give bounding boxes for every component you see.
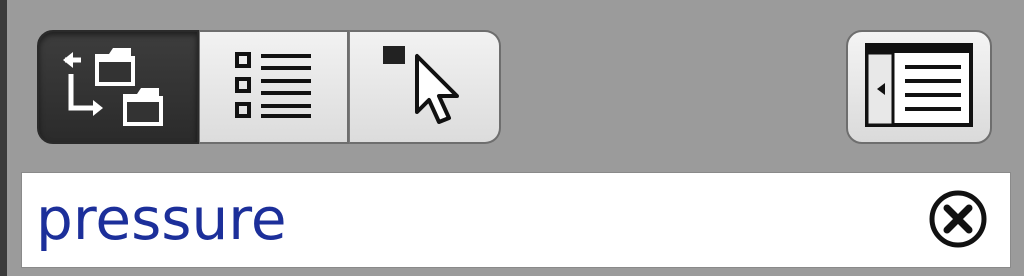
toggle-side-panel-button[interactable]	[846, 30, 992, 144]
panel-left-border	[0, 0, 7, 276]
pointer-select-button[interactable]	[349, 30, 501, 144]
view-toolbar	[7, 0, 1024, 162]
list-view-button[interactable]	[199, 30, 349, 144]
search-input[interactable]	[36, 179, 896, 259]
clear-search-button[interactable]	[928, 189, 988, 254]
clear-circle-x-icon	[928, 189, 988, 254]
view-mode-segmented-control	[37, 30, 501, 144]
hierarchy-tree-icon	[59, 42, 177, 133]
pointer-select-icon	[377, 42, 473, 133]
list-view-icon	[233, 50, 315, 125]
search-row	[7, 162, 1024, 276]
search-field[interactable]	[21, 172, 1011, 268]
library-panel	[0, 0, 1024, 276]
side-panel-toggle-icon	[865, 42, 973, 132]
hierarchy-view-button[interactable]	[37, 30, 199, 144]
